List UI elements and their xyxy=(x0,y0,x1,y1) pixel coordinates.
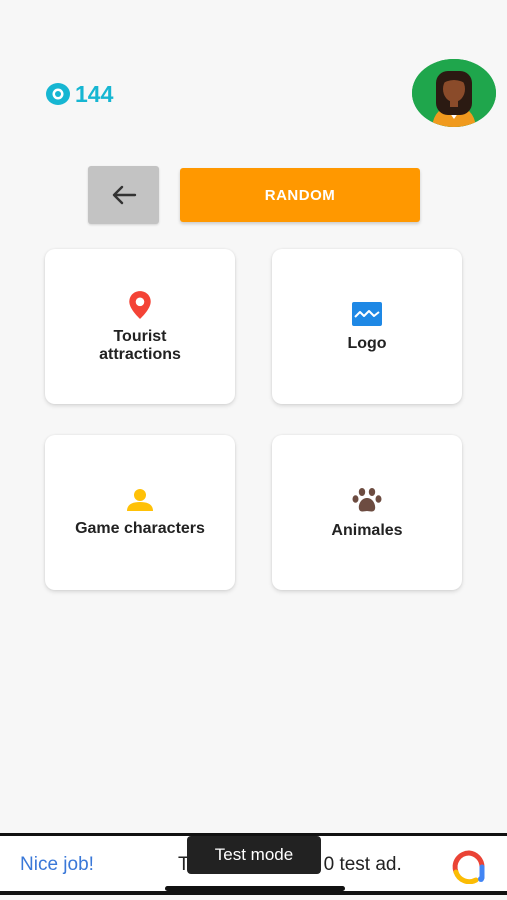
category-card-tourist-attractions[interactable]: Tourist attractions xyxy=(45,249,235,404)
random-button[interactable]: RANDOM xyxy=(180,168,420,222)
paw-icon xyxy=(352,487,382,511)
location-pin-icon xyxy=(129,290,151,319)
category-label: Logo xyxy=(347,334,387,352)
coin-counter: 144 xyxy=(45,80,113,108)
category-card-animales[interactable]: Animales xyxy=(272,435,462,590)
ad-text-right: 0 test ad. xyxy=(323,854,402,875)
image-icon xyxy=(352,301,382,326)
ad-nice-job-text: Nice job! xyxy=(20,854,94,875)
user-avatar-icon[interactable] xyxy=(412,59,496,127)
coin-count: 144 xyxy=(75,80,114,107)
back-button[interactable] xyxy=(88,166,159,224)
category-label: Game characters xyxy=(75,519,205,537)
avatar-illustration xyxy=(412,59,496,127)
arrow-left-icon xyxy=(112,185,136,205)
category-card-game-characters[interactable]: Game characters xyxy=(45,435,235,590)
home-indicator[interactable] xyxy=(165,886,345,891)
test-mode-toast: Test mode xyxy=(187,836,321,874)
category-card-logo[interactable]: Logo xyxy=(272,249,462,404)
category-label: Animales xyxy=(331,521,403,539)
eye-coin-icon xyxy=(46,83,70,105)
category-label: Tourist attractions xyxy=(99,327,181,363)
ad-logo-icon[interactable] xyxy=(452,850,486,884)
person-icon xyxy=(127,488,153,511)
